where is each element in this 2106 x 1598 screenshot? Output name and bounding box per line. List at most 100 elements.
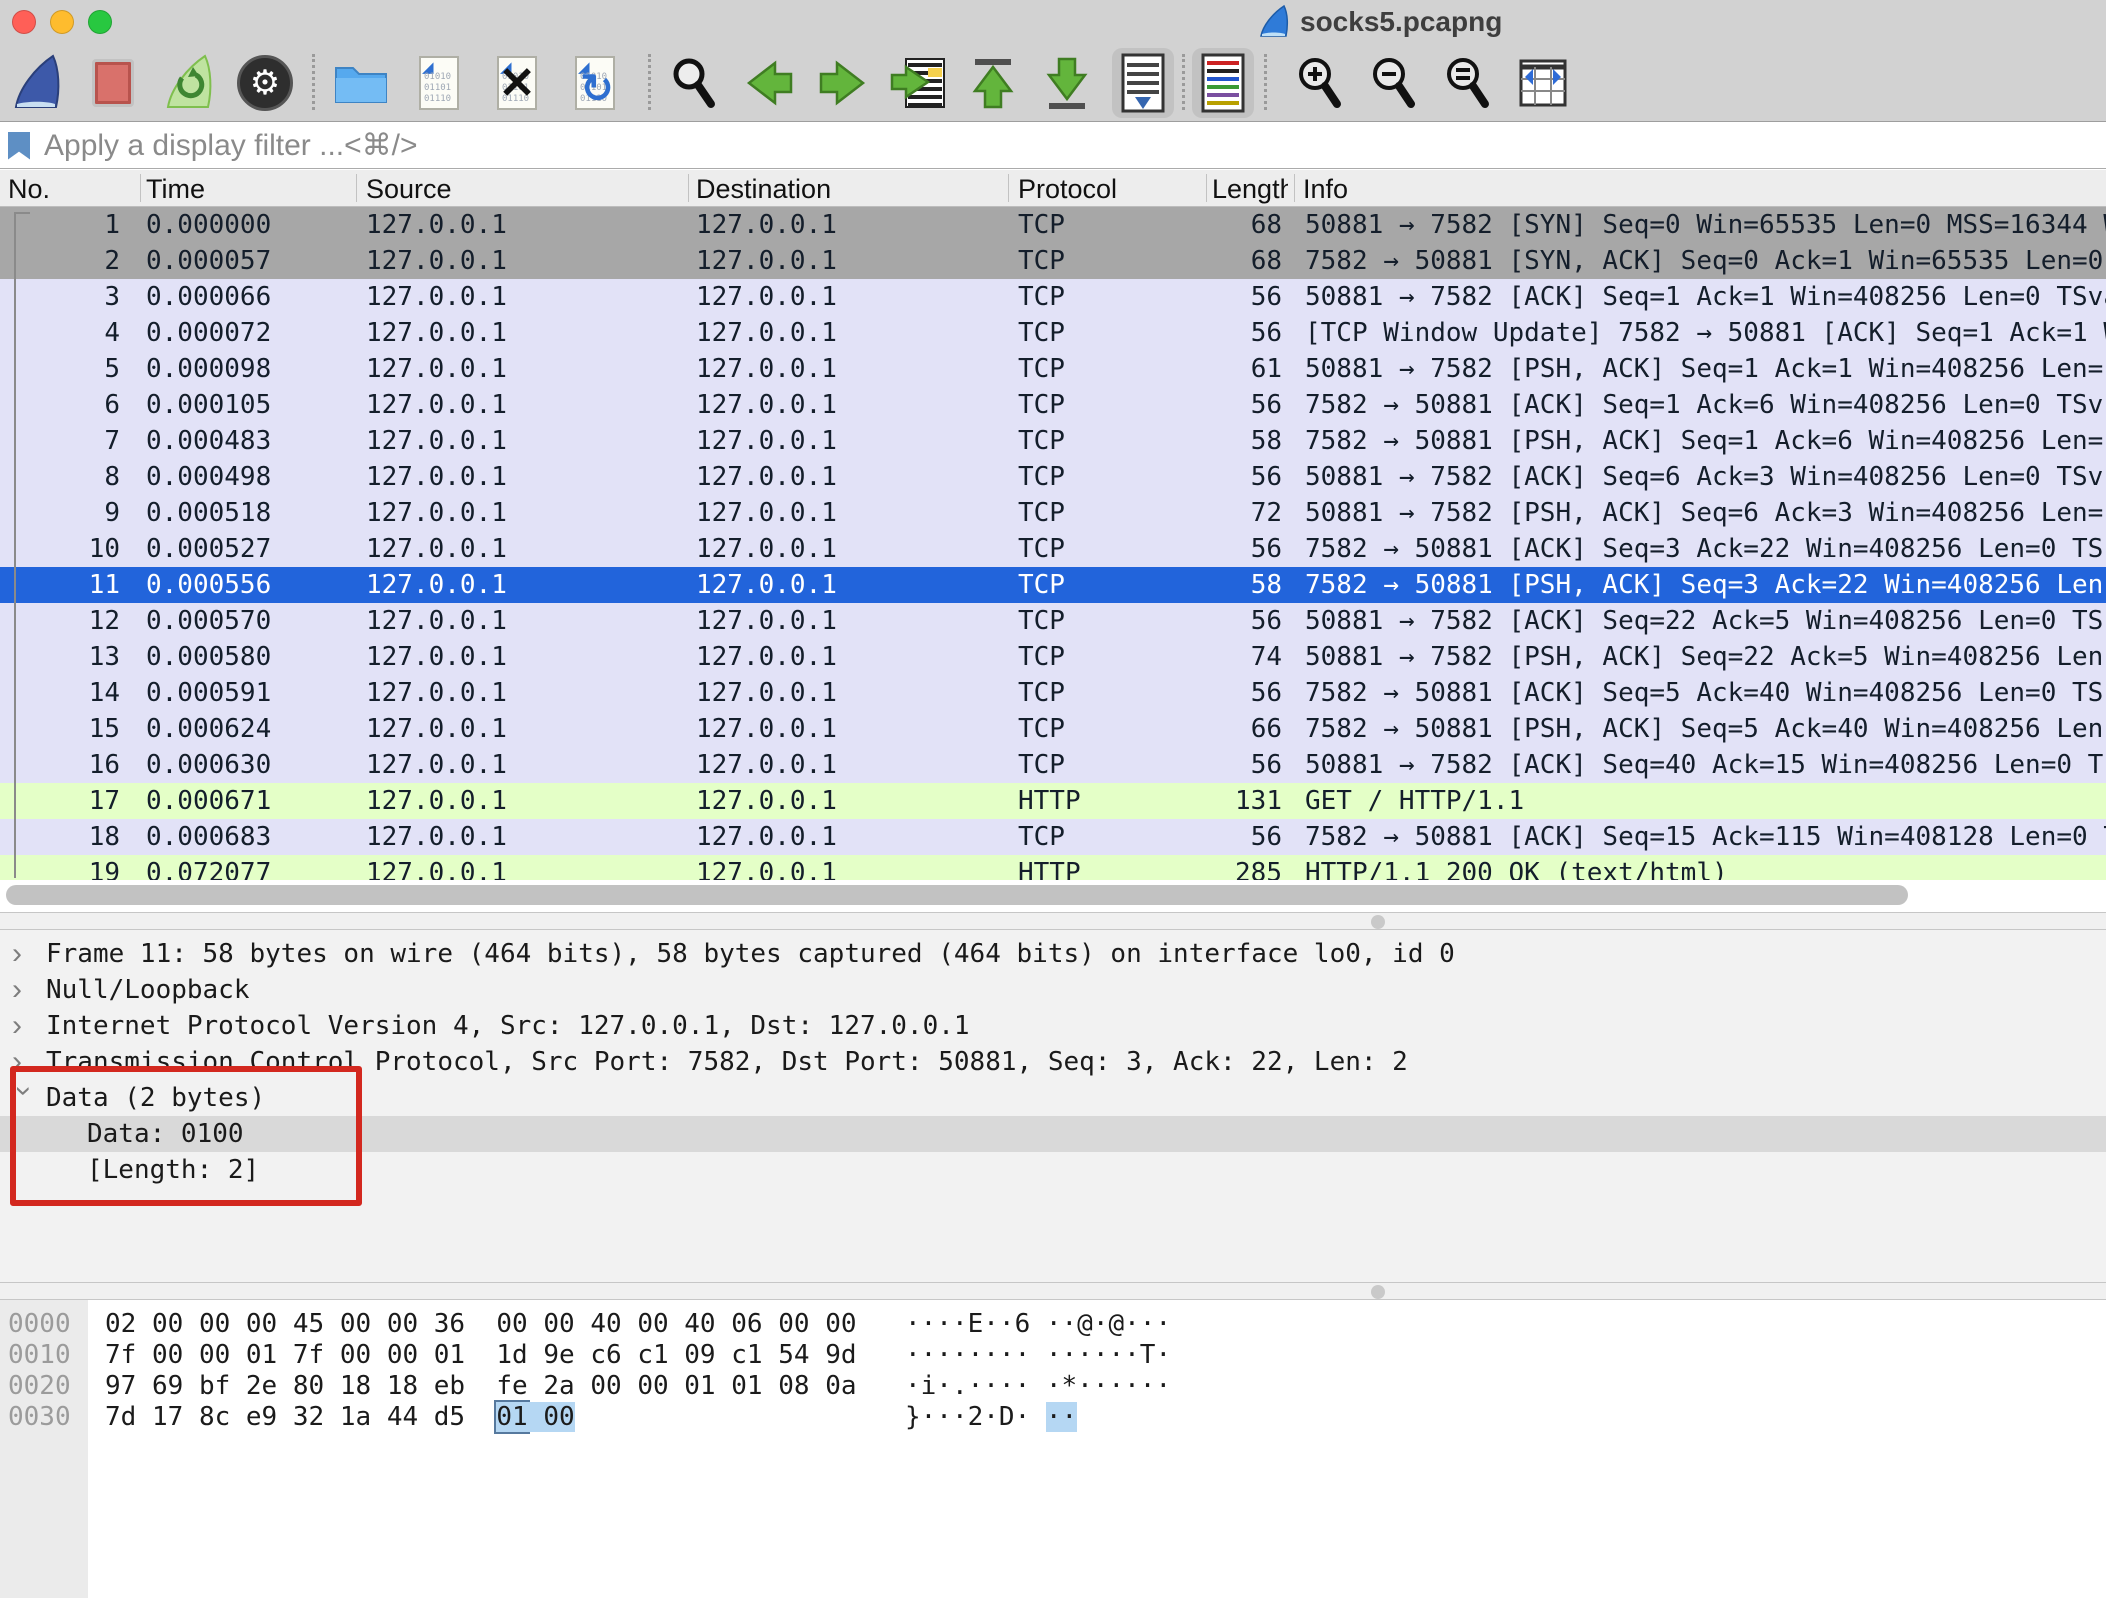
hex-byte[interactable]: 0a: [825, 1371, 856, 1401]
packet-row[interactable]: 190.072077127.0.0.1127.0.0.1HTTP285HTTP/…: [0, 855, 2106, 880]
hex-byte[interactable]: 00: [340, 1309, 371, 1339]
chevron-right-icon[interactable]: ›: [12, 1008, 36, 1044]
hex-byte[interactable]: 06: [731, 1309, 762, 1339]
hex-byte[interactable]: 32: [293, 1402, 324, 1432]
hex-byte[interactable]: 00: [152, 1309, 183, 1339]
packet-row[interactable]: 40.000072127.0.0.1127.0.0.1TCP56[TCP Win…: [0, 315, 2106, 351]
column-header-source[interactable]: Source: [366, 174, 452, 205]
horizontal-scrollbar-thumb[interactable]: [6, 885, 1908, 905]
packet-row[interactable]: 60.000105127.0.0.1127.0.0.1TCP567582 → 5…: [0, 387, 2106, 423]
hex-byte[interactable]: 44: [387, 1402, 418, 1432]
pane-divider-details-bytes[interactable]: [0, 1282, 2106, 1300]
zoom-out-button[interactable]: [1362, 48, 1424, 118]
hex-ascii[interactable]: ········ ······T·: [905, 1340, 1171, 1371]
hex-byte[interactable]: bf: [199, 1371, 230, 1401]
hex-byte[interactable]: 9e: [543, 1340, 574, 1370]
divider-drag-handle[interactable]: [1371, 915, 1385, 929]
hex-byte[interactable]: 01: [731, 1371, 762, 1401]
packet-row[interactable]: 30.000066127.0.0.1127.0.0.1TCP5650881 → …: [0, 279, 2106, 315]
hex-byte[interactable]: 00: [543, 1309, 574, 1339]
hex-byte[interactable]: 36: [434, 1309, 465, 1339]
hex-byte[interactable]: 00: [199, 1309, 230, 1339]
column-header-destination[interactable]: Destination: [696, 174, 831, 205]
restart-capture-button[interactable]: [158, 48, 220, 118]
packet-row[interactable]: 80.000498127.0.0.1127.0.0.1TCP5650881 → …: [0, 459, 2106, 495]
last-packet-button[interactable]: [1036, 48, 1098, 118]
hex-byte[interactable]: 9d: [825, 1340, 856, 1370]
detail-line[interactable]: ›Internet Protocol Version 4, Src: 127.0…: [0, 1008, 2106, 1044]
hex-byte[interactable]: 00: [637, 1371, 668, 1401]
hex-byte[interactable]: 80: [293, 1371, 324, 1401]
hex-byte[interactable]: 00: [543, 1402, 574, 1432]
hex-row[interactable]: 000002 00 00 00 45 00 00 36 00 00 40 00 …: [0, 1309, 2106, 1340]
hex-row[interactable]: 002097 69 bf 2e 80 18 18 eb fe 2a 00 00 …: [0, 1371, 2106, 1402]
hex-byte[interactable]: 2e: [246, 1371, 277, 1401]
start-capture-button[interactable]: [6, 48, 68, 118]
zoom-original-button[interactable]: [1436, 48, 1498, 118]
filter-bookmark-icon[interactable]: [8, 132, 30, 160]
packet-row[interactable]: 140.000591127.0.0.1127.0.0.1TCP567582 → …: [0, 675, 2106, 711]
first-packet-button[interactable]: [962, 48, 1024, 118]
packet-row[interactable]: 160.000630127.0.0.1127.0.0.1TCP5650881 →…: [0, 747, 2106, 783]
window-zoom-button[interactable]: [88, 10, 112, 34]
hex-row[interactable]: 00107f 00 00 01 7f 00 00 01 1d 9e c6 c1 …: [0, 1340, 2106, 1371]
packet-row[interactable]: 20.000057127.0.0.1127.0.0.1TCP687582 → 5…: [0, 243, 2106, 279]
hex-byte[interactable]: 40: [684, 1309, 715, 1339]
hex-byte[interactable]: eb: [434, 1371, 465, 1401]
auto-scroll-toggle[interactable]: [1112, 48, 1174, 118]
detail-line[interactable]: ›Transmission Control Protocol, Src Port…: [0, 1044, 2106, 1080]
hex-byte[interactable]: 7d: [105, 1402, 136, 1432]
column-divider[interactable]: [688, 174, 689, 202]
horizontal-scrollbar-track[interactable]: [0, 880, 2106, 912]
hex-byte[interactable]: 8c: [199, 1402, 230, 1432]
window-minimize-button[interactable]: [50, 10, 74, 34]
hex-byte[interactable]: 02: [105, 1309, 136, 1339]
hex-byte[interactable]: 01: [434, 1340, 465, 1370]
column-divider[interactable]: [140, 174, 141, 202]
close-file-button[interactable]: ◢ 010100110101110 ✕: [486, 48, 548, 118]
hex-byte[interactable]: 00: [387, 1340, 418, 1370]
divider-drag-handle[interactable]: [1371, 1285, 1385, 1299]
column-header-no[interactable]: No.: [8, 174, 50, 205]
hex-byte[interactable]: 18: [387, 1371, 418, 1401]
packet-row[interactable]: 180.000683127.0.0.1127.0.0.1TCP567582 → …: [0, 819, 2106, 855]
hex-byte[interactable]: c1: [637, 1340, 668, 1370]
column-header-info[interactable]: Info: [1303, 174, 1348, 205]
packet-row[interactable]: 90.000518127.0.0.1127.0.0.1TCP7250881 → …: [0, 495, 2106, 531]
detail-line[interactable]: Data: 0100: [0, 1116, 2106, 1152]
hex-row[interactable]: 00307d 17 8c e9 32 1a 44 d5 01 00}···2·D…: [0, 1402, 2106, 1433]
hex-byte[interactable]: 00: [387, 1309, 418, 1339]
hex-byte[interactable]: 01: [246, 1340, 277, 1370]
hex-bytes[interactable]: 7d 17 8c e9 32 1a 44 d5 01 00: [105, 1402, 575, 1433]
chevron-right-icon[interactable]: ›: [12, 972, 36, 1008]
hex-byte[interactable]: 40: [590, 1309, 621, 1339]
hex-byte[interactable]: 69: [152, 1371, 183, 1401]
open-file-button[interactable]: [330, 48, 392, 118]
packet-row[interactable]: 150.000624127.0.0.1127.0.0.1TCP667582 → …: [0, 711, 2106, 747]
column-divider[interactable]: [1008, 174, 1009, 202]
window-close-button[interactable]: [12, 10, 36, 34]
packet-row[interactable]: 10.000000127.0.0.1127.0.0.1TCP6850881 → …: [0, 207, 2106, 243]
hex-ascii[interactable]: }···2·D· ··: [905, 1402, 1077, 1433]
packet-row[interactable]: 110.000556127.0.0.1127.0.0.1TCP587582 → …: [0, 567, 2106, 603]
hex-byte[interactable]: c1: [731, 1340, 762, 1370]
column-header-time[interactable]: Time: [146, 174, 205, 205]
hex-byte[interactable]: 00: [152, 1340, 183, 1370]
hex-byte[interactable]: 01: [684, 1371, 715, 1401]
pane-divider-list-details[interactable]: [0, 912, 2106, 930]
hex-byte[interactable]: 18: [340, 1371, 371, 1401]
packet-row[interactable]: 170.000671127.0.0.1127.0.0.1HTTP131GET /…: [0, 783, 2106, 819]
hex-byte[interactable]: fe: [496, 1371, 527, 1401]
hex-bytes[interactable]: 97 69 bf 2e 80 18 18 eb fe 2a 00 00 01 0…: [105, 1371, 857, 1402]
hex-byte[interactable]: 00: [825, 1309, 856, 1339]
detail-line[interactable]: [Length: 2]: [0, 1152, 2106, 1188]
hex-byte[interactable]: 00: [199, 1340, 230, 1370]
hex-byte[interactable]: 7f: [293, 1340, 324, 1370]
hex-byte[interactable]: d5: [434, 1402, 465, 1432]
hex-byte[interactable]: 2a: [543, 1371, 574, 1401]
hex-byte[interactable]: 01: [494, 1400, 529, 1434]
hex-byte[interactable]: c6: [590, 1340, 621, 1370]
column-divider[interactable]: [1294, 174, 1295, 202]
hex-byte[interactable]: 00: [246, 1309, 277, 1339]
chevron-down-icon[interactable]: ›: [6, 1086, 42, 1110]
